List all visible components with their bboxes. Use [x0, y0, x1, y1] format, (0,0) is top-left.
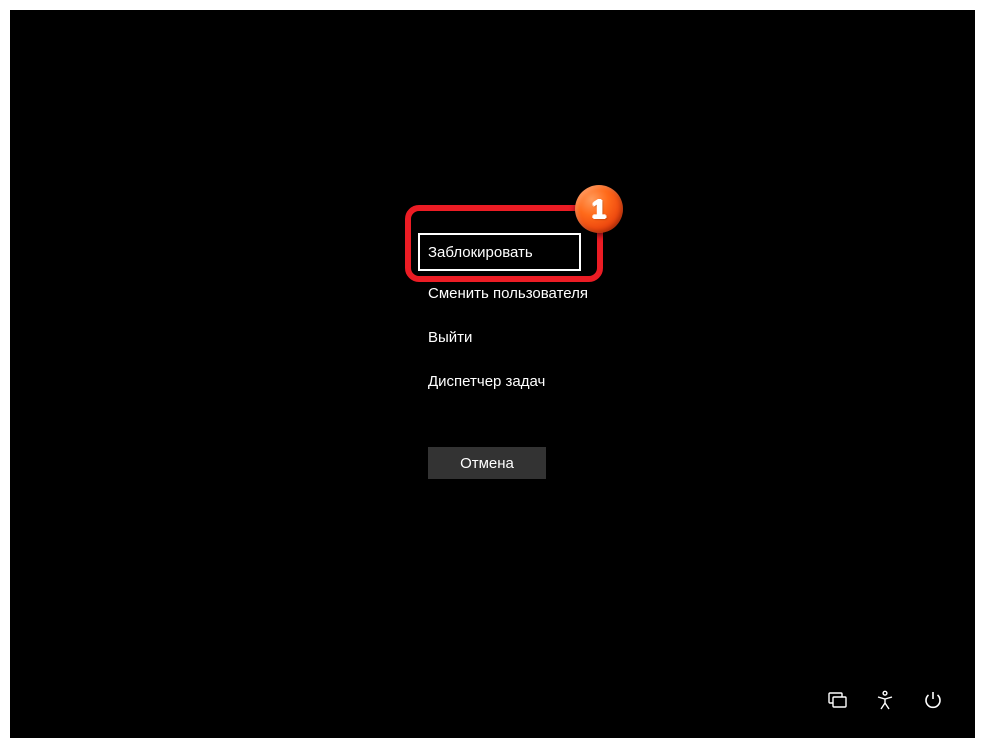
annotation-badge: 1: [575, 185, 623, 233]
power-icon[interactable]: [923, 690, 943, 710]
network-icon[interactable]: [827, 690, 847, 710]
task-manager-option[interactable]: Диспетчер задач: [418, 359, 578, 403]
cancel-button[interactable]: Отмена: [428, 447, 546, 479]
sign-out-option[interactable]: Выйти: [418, 315, 578, 359]
security-options-menu: Заблокировать Сменить пользователя Выйти…: [418, 233, 598, 403]
switch-user-option-label: Сменить пользователя: [428, 285, 588, 302]
lock-option-label: Заблокировать: [428, 244, 533, 261]
switch-user-option[interactable]: Сменить пользователя: [418, 271, 598, 315]
annotation-number: 1: [592, 194, 606, 225]
system-tray: [827, 690, 943, 710]
cancel-button-label: Отмена: [460, 455, 514, 472]
task-manager-option-label: Диспетчер задач: [428, 373, 545, 390]
accessibility-icon[interactable]: [875, 690, 895, 710]
ctrl-alt-del-screen: Заблокировать Сменить пользователя Выйти…: [10, 10, 975, 738]
sign-out-option-label: Выйти: [428, 329, 472, 346]
lock-option[interactable]: Заблокировать: [418, 233, 581, 271]
